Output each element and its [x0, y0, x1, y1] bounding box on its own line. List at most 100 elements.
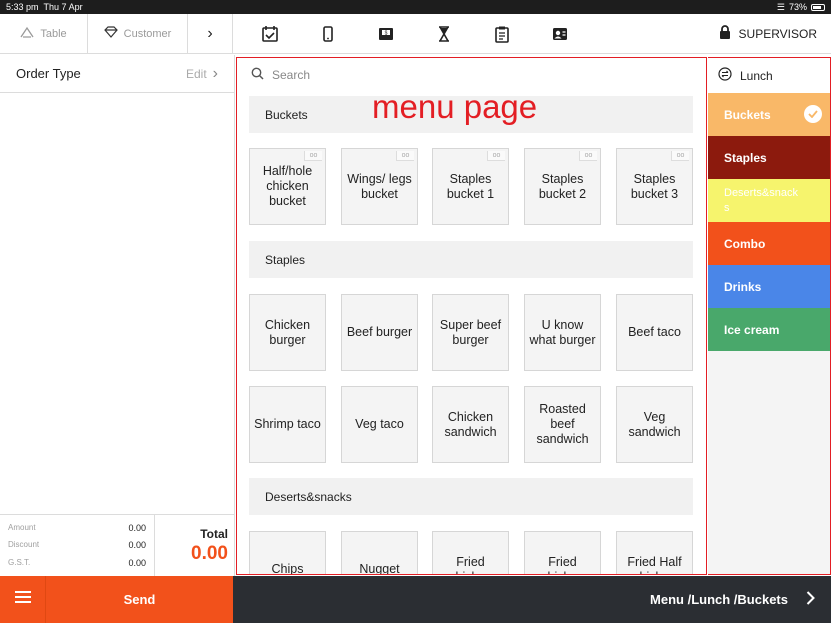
category-staples[interactable]: Staples — [708, 136, 830, 179]
check-icon — [804, 105, 822, 123]
menu-item[interactable]: Chicken sandwich — [432, 386, 509, 463]
chevron-right-icon: › — [207, 24, 213, 42]
total-label: Total — [200, 526, 228, 541]
category-label: Buckets — [724, 107, 771, 122]
hamburger-icon — [14, 590, 32, 609]
category-deserts-snacks[interactable]: Deserts&snacks — [708, 179, 830, 222]
edit-label: Edit — [185, 66, 207, 81]
menu-item-label: Chicken burger — [264, 317, 311, 347]
menu-item[interactable]: Chicken burger — [249, 294, 326, 371]
menu-item[interactable]: oo Staples bucket 1 — [432, 148, 509, 225]
table-tab[interactable]: Table — [0, 13, 88, 54]
menu-item[interactable]: Super beef burger — [432, 294, 509, 371]
bottom-bar: Send Menu /Lunch /Buckets — [0, 576, 831, 623]
menu-item-label: Staples bucket 1 — [446, 171, 495, 201]
totals-block: Amount 0.00 Discount 0.00 G.S.T. 0.00 To… — [0, 514, 235, 576]
section-header-staples: Staples — [249, 241, 693, 278]
category-buckets[interactable]: Buckets — [708, 93, 830, 136]
customer-tab[interactable]: Customer — [88, 13, 188, 54]
category-label: Drinks — [724, 279, 762, 294]
status-bar: 5:33 pm Thu 7 Apr ☰ 73% — [0, 0, 831, 14]
menu-item[interactable]: Beef taco — [616, 294, 693, 371]
status-time: 5:33 pm — [6, 2, 39, 12]
status-date: Thu 7 Apr — [43, 2, 83, 12]
link-icon: oo — [304, 151, 322, 161]
menu-item-label: Super beef burger — [439, 317, 502, 347]
search-placeholder: Search — [272, 68, 311, 82]
amount-label: Amount — [8, 522, 36, 532]
menu-item-label: U know what burger — [529, 317, 596, 347]
menu-item[interactable]: oo Staples bucket 3 — [616, 148, 693, 225]
menu-name: Lunch — [740, 68, 773, 83]
order-type-row[interactable]: Order Type Edit › — [0, 55, 234, 93]
gst-value: 0.00 — [128, 558, 146, 569]
total-value: 0.00 — [191, 542, 228, 564]
menu-item[interactable]: oo Half/hole chicken bucket — [249, 148, 326, 225]
breadcrumb: Menu /Lunch /Buckets — [650, 592, 788, 607]
menu-item[interactable]: Fried chicken — [524, 531, 601, 575]
menu-item-label: Beef taco — [628, 325, 681, 339]
menu-item[interactable]: Fried Half chicken — [616, 531, 693, 575]
menu-item-label: Beef burger — [346, 325, 413, 339]
menu-item-label: Shrimp taco — [254, 417, 321, 431]
hamburger-menu-button[interactable] — [0, 576, 46, 623]
category-label: Ice cream — [724, 322, 780, 337]
menu-item[interactable]: Roasted beef sandwich — [524, 386, 601, 463]
clipboard-icon[interactable] — [473, 14, 531, 54]
amount-value: 0.00 — [128, 522, 146, 533]
menu-item-label: Wings/ legs bucket — [347, 171, 412, 201]
menu-item[interactable]: Veg sandwich — [616, 386, 693, 463]
menu-item[interactable]: Fried chicken — [432, 531, 509, 574]
menu-item[interactable]: Nugget — [341, 531, 418, 574]
menu-item[interactable]: Veg taco — [341, 386, 418, 463]
link-icon: oo — [396, 151, 414, 161]
category-label: Staples — [724, 150, 767, 165]
menu-item[interactable]: Chips — [249, 531, 326, 575]
menu-item-label: Staples bucket 3 — [630, 171, 679, 201]
table-label: Table — [40, 27, 67, 40]
menu-item-label: Fried chicken — [541, 554, 583, 575]
menu-item-label: Fried Half chicken — [627, 554, 682, 575]
category-combo[interactable]: Combo — [708, 222, 830, 265]
discount-row: Discount 0.00 — [8, 540, 146, 550]
section-header-deserts-snacks: Deserts&snacks — [249, 478, 693, 515]
calendar-check-icon[interactable] — [241, 14, 299, 54]
total-summary: Total 0.00 — [155, 515, 235, 576]
menu-selector[interactable]: Lunch — [708, 58, 830, 93]
supervisor-button[interactable]: SUPERVISOR — [719, 25, 817, 42]
breadcrumb-bar[interactable]: Menu /Lunch /Buckets — [233, 576, 831, 623]
user-card-icon[interactable] — [531, 14, 589, 54]
link-icon: oo — [579, 151, 597, 161]
menu-item[interactable]: U know what burger — [524, 294, 601, 371]
swap-icon — [718, 67, 732, 84]
next-button[interactable]: › — [188, 13, 233, 54]
menu-item[interactable]: oo Staples bucket 2 — [524, 148, 601, 225]
send-button[interactable]: Send — [46, 576, 233, 623]
menu-item-label: Chips — [271, 562, 304, 575]
menu-item[interactable]: oo Wings/ legs bucket — [341, 148, 418, 225]
cash-drawer-icon[interactable]: $ — [357, 14, 415, 54]
menu-item-label: Chicken sandwich — [444, 409, 497, 439]
category-ice-cream[interactable]: Ice cream — [708, 308, 830, 351]
lock-icon — [719, 25, 731, 42]
menu-item-label: Staples bucket 2 — [538, 171, 587, 201]
menu-item-label: Veg sandwich — [628, 409, 681, 439]
battery-percent: 73% — [788, 2, 807, 12]
menu-page: Search Buckets oo Half/hole chicken bucke… — [236, 57, 707, 575]
link-icon: oo — [487, 151, 505, 161]
hourglass-icon[interactable] — [415, 14, 473, 54]
gst-row: G.S.T. 0.00 — [8, 558, 146, 568]
discount-value: 0.00 — [128, 540, 146, 551]
menu-item-label: Half/hole chicken bucket — [262, 164, 313, 208]
category-drinks[interactable]: Drinks — [708, 265, 830, 308]
menu-item[interactable]: Shrimp taco — [249, 386, 326, 463]
status-right: ☰ 73% — [777, 2, 825, 13]
send-label: Send — [123, 592, 156, 607]
amount-row: Amount 0.00 — [8, 523, 146, 533]
wifi-icon: ☰ — [776, 1, 785, 12]
search-icon — [251, 67, 264, 83]
menu-item[interactable]: Beef burger — [341, 294, 418, 371]
search-bar[interactable]: Search — [237, 58, 706, 92]
tablet-icon[interactable] — [299, 14, 357, 54]
order-type-edit[interactable]: Edit › — [186, 65, 218, 83]
